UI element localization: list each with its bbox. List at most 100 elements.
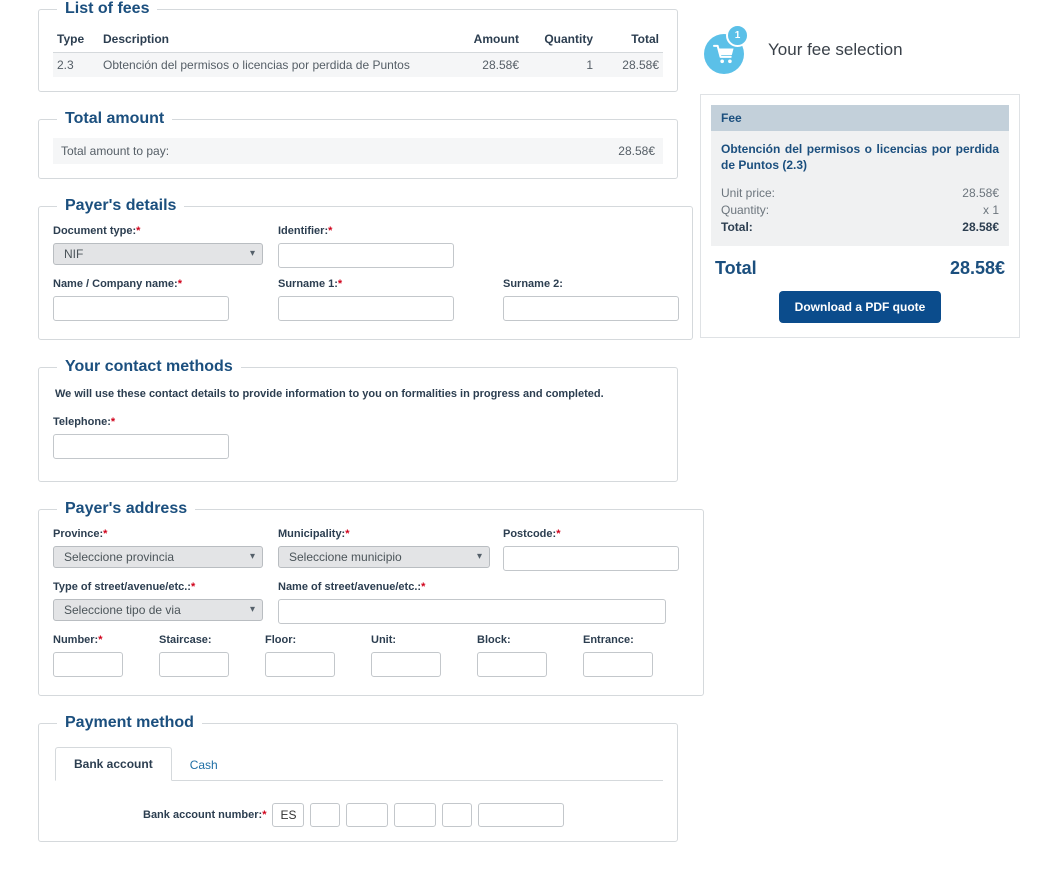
- table-row: 2.3 Obtención del permisos o licencias p…: [53, 52, 663, 77]
- fee-cell-amount: 28.58€: [441, 52, 523, 77]
- telephone-input[interactable]: [53, 434, 229, 459]
- payment-method-legend: Payment method: [65, 714, 194, 731]
- iban-segment-2-input[interactable]: [346, 803, 389, 827]
- quantity-row: Quantity: x 1: [721, 202, 999, 219]
- municipality-label: Municipality:*: [278, 528, 350, 540]
- street-type-selected-value: Seleccione tipo de via: [64, 603, 181, 617]
- province-selected-value: Seleccione provincia: [64, 550, 175, 564]
- cart-count-badge: 1: [726, 24, 749, 47]
- province-select[interactable]: Seleccione provincia ▾: [53, 546, 263, 568]
- fee-summary-body: Obtención del permisos o licencias por p…: [711, 131, 1009, 246]
- required-marker: *: [103, 528, 108, 540]
- name-input[interactable]: [53, 296, 229, 321]
- fee-cell-quantity: 1: [523, 52, 597, 77]
- street-type-select[interactable]: Seleccione tipo de via ▾: [53, 599, 263, 621]
- identifier-label: Identifier:*: [278, 225, 333, 237]
- unit-price-value: 28.58€: [962, 186, 999, 200]
- document-type-field: Document type:* NIF ▾: [53, 225, 263, 268]
- required-marker: *: [177, 278, 182, 290]
- iban-segment-5-input[interactable]: [478, 803, 565, 827]
- payer-details-panel: Payer's details Document type:* NIF ▾ Id…: [38, 197, 693, 340]
- identifier-input[interactable]: [278, 243, 454, 268]
- staircase-input[interactable]: [159, 652, 229, 677]
- total-amount-label: Total amount to pay:: [61, 144, 170, 158]
- number-field: Number:*: [53, 634, 159, 677]
- required-marker: *: [98, 634, 103, 646]
- fee-selection-title: Your fee selection: [768, 40, 903, 59]
- line-total-row: Total: 28.58€: [721, 219, 999, 236]
- surname1-input[interactable]: [278, 296, 454, 321]
- unit-price-row: Unit price: 28.58€: [721, 185, 999, 202]
- block-input[interactable]: [477, 652, 547, 677]
- list-of-fees-legend: List of fees: [65, 0, 150, 17]
- contact-note: We will use these contact details to pro…: [55, 388, 604, 400]
- unit-label: Unit:: [371, 634, 397, 646]
- chevron-down-icon: ▾: [476, 551, 482, 562]
- payer-details-row-1: Document type:* NIF ▾ Identifier:*: [53, 225, 678, 268]
- postcode-input[interactable]: [503, 546, 679, 571]
- required-marker: *: [110, 416, 116, 428]
- province-label: Province:*: [53, 528, 108, 540]
- iban-segment-3-input[interactable]: [394, 803, 437, 827]
- municipality-field: Municipality:* Seleccione municipio ▾: [278, 528, 490, 571]
- required-marker: *: [328, 225, 333, 237]
- required-marker: *: [190, 581, 196, 593]
- staircase-label: Staircase:: [159, 634, 212, 646]
- fees-table-header-row: Type Description Amount Quantity Total: [53, 28, 663, 53]
- quantity-label: Quantity:: [721, 203, 770, 217]
- street-name-input[interactable]: [278, 599, 666, 624]
- telephone-label: Telephone:*: [53, 416, 116, 428]
- floor-field: Floor:: [265, 634, 371, 677]
- name-label: Name / Company name:*: [53, 278, 182, 290]
- required-marker: *: [345, 528, 350, 540]
- surname2-field: Surname 2:: [503, 278, 679, 321]
- fees-col-amount: Amount: [441, 28, 523, 53]
- list-of-fees-panel: List of fees Type Description Amount Qua…: [38, 0, 678, 92]
- document-type-select[interactable]: NIF ▾: [53, 243, 263, 265]
- tab-bank-account[interactable]: Bank account: [55, 747, 172, 781]
- required-marker: *: [136, 225, 141, 237]
- postcode-field: Postcode:*: [503, 528, 679, 571]
- payer-address-legend: Payer's address: [65, 500, 188, 517]
- block-field: Block:: [477, 634, 583, 677]
- total-amount-value: 28.58€: [618, 144, 655, 158]
- iban-segment-4-input[interactable]: [442, 803, 473, 827]
- download-pdf-quote-button[interactable]: Download a PDF quote: [778, 291, 942, 323]
- contact-methods-panel: Your contact methods We will use these c…: [38, 358, 678, 482]
- required-marker: *: [337, 278, 343, 290]
- grand-total-label: Total: [715, 258, 757, 278]
- entrance-input[interactable]: [583, 652, 653, 677]
- surname1-field: Surname 1:*: [278, 278, 490, 321]
- street-name-field: Name of street/avenue/etc.:*: [278, 581, 678, 624]
- entrance-label: Entrance:: [583, 634, 634, 646]
- surname2-label: Surname 2:: [503, 278, 563, 290]
- municipality-select[interactable]: Seleccione municipio ▾: [278, 546, 490, 568]
- main-form-column: List of fees Type Description Amount Qua…: [38, 0, 704, 860]
- number-input[interactable]: [53, 652, 123, 677]
- tab-cash[interactable]: Cash: [172, 749, 236, 781]
- unit-field: Unit:: [371, 634, 477, 677]
- surname2-input[interactable]: [503, 296, 679, 321]
- document-type-selected-value: NIF: [64, 247, 84, 261]
- bank-account-number-label: Bank account number:*: [143, 809, 267, 821]
- address-row-3: Number:* Staircase: Floor: Unit: Block:: [53, 634, 689, 677]
- document-type-label: Document type:*: [53, 225, 141, 237]
- required-marker: *: [556, 528, 561, 540]
- required-marker: *: [262, 809, 267, 821]
- street-type-field: Type of street/avenue/etc.:* Seleccione …: [53, 581, 263, 624]
- floor-input[interactable]: [265, 652, 335, 677]
- page-root: List of fees Type Description Amount Qua…: [0, 0, 1043, 876]
- chevron-down-icon: ▾: [249, 248, 255, 259]
- fee-selection-box: Fee Obtención del permisos o licencias p…: [700, 94, 1020, 338]
- iban-country-input[interactable]: [272, 803, 305, 827]
- total-amount-panel: Total amount Total amount to pay: 28.58€: [38, 110, 678, 179]
- payment-tabs: Bank account Cash: [55, 746, 663, 781]
- bank-account-number-row: Bank account number:*: [39, 803, 663, 827]
- grand-total-row: Total 28.58€: [711, 246, 1009, 289]
- telephone-field: Telephone:*: [53, 416, 663, 459]
- payer-details-legend: Payer's details: [65, 197, 177, 214]
- payer-details-row-2: Name / Company name:* Surname 1:* Surnam…: [53, 278, 679, 321]
- iban-segment-1-input[interactable]: [310, 803, 341, 827]
- fees-col-type: Type: [53, 28, 99, 53]
- unit-input[interactable]: [371, 652, 441, 677]
